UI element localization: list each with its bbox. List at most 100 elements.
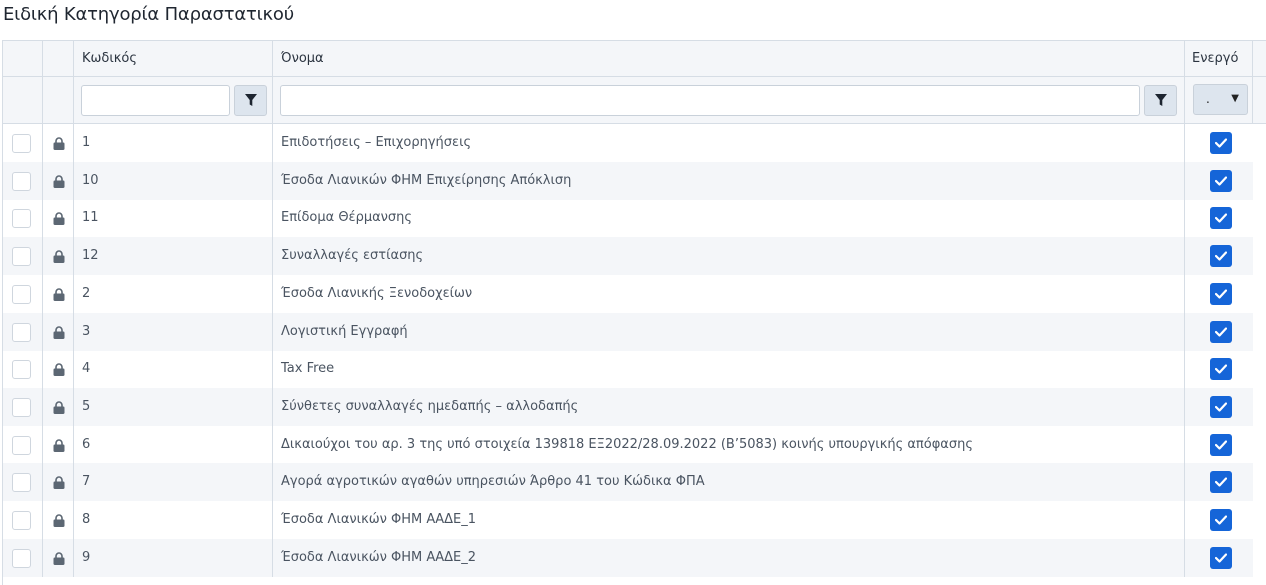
row-lock-cell xyxy=(43,387,74,426)
table-row[interactable]: 11 Επίδομα Θέρμανσης xyxy=(3,199,1253,238)
check-icon xyxy=(1215,289,1227,299)
code-filter-input[interactable] xyxy=(81,85,230,116)
vertical-scrollbar[interactable] xyxy=(1253,124,1266,585)
row-active-checkbox[interactable] xyxy=(1210,245,1232,268)
row-active-checkbox[interactable] xyxy=(1210,509,1232,531)
row-name: Συναλλαγές εστίασης xyxy=(281,248,424,264)
table-row[interactable]: 1 Επιδοτήσεις – Επιχορηγήσεις xyxy=(3,124,1253,162)
grid-header-row: Κωδικός Όνομα Ενεργό xyxy=(3,41,1266,77)
check-icon xyxy=(1215,213,1227,223)
filter-select-cell xyxy=(3,77,43,123)
lock-icon xyxy=(53,325,65,339)
row-select-checkbox[interactable] xyxy=(12,284,31,304)
row-select-cell xyxy=(3,161,43,200)
row-active-checkbox[interactable] xyxy=(1210,395,1232,418)
row-select-checkbox[interactable] xyxy=(12,209,31,229)
table-row[interactable]: 6 Δικαιούχοι του αρ. 3 της υπό στοιχεία … xyxy=(3,425,1253,464)
table-row[interactable]: 3 Λογιστική Εγγραφή xyxy=(3,312,1253,351)
check-icon xyxy=(1215,176,1227,186)
page-title: Ειδική Κατηγορία Παραστατικού xyxy=(3,4,294,25)
row-name: Δικαιούχοι του αρ. 3 της υπό στοιχεία 13… xyxy=(281,436,973,452)
grid-filter-row: . ▼ xyxy=(3,77,1266,124)
table-row[interactable]: 8 Έσοδα Λιανικών ΦΗΜ ΑΑΔΕ_1 xyxy=(3,501,1253,539)
row-select-cell xyxy=(3,237,43,276)
row-code-cell: 8 xyxy=(74,501,273,539)
column-header-code[interactable]: Κωδικός xyxy=(74,41,273,76)
filter-name-cell xyxy=(273,77,1185,123)
row-lock-cell xyxy=(43,199,74,238)
row-select-checkbox[interactable] xyxy=(12,134,31,153)
table-row[interactable]: 10 Έσοδα Λιανικών ΦΗΜ Επιχείρησης Απόκλι… xyxy=(3,161,1253,200)
row-select-checkbox[interactable] xyxy=(12,397,31,417)
row-select-checkbox[interactable] xyxy=(12,322,31,342)
active-filter-select[interactable]: . ▼ xyxy=(1193,84,1248,115)
lock-icon xyxy=(53,514,65,527)
row-name: Tax Free xyxy=(281,361,335,377)
row-active-checkbox[interactable] xyxy=(1210,207,1232,230)
row-select-checkbox[interactable] xyxy=(12,435,31,455)
row-code-cell: 12 xyxy=(74,237,273,276)
row-active-checkbox[interactable] xyxy=(1210,282,1232,305)
row-active-cell xyxy=(1185,350,1253,388)
table-row[interactable]: 2 Έσοδα Λιανικής Ξενοδοχείων xyxy=(3,274,1253,313)
row-name: Λογιστική Εγγραφή xyxy=(281,323,408,339)
row-active-cell xyxy=(1185,426,1253,464)
table-row[interactable]: 7 Αγορά αγροτικών αγαθών υπηρεσιών Άρθρο… xyxy=(3,463,1253,502)
row-active-checkbox[interactable] xyxy=(1210,358,1232,381)
table-row[interactable]: 4 Tax Free xyxy=(3,350,1253,389)
filter-scroll-spacer xyxy=(1253,77,1266,123)
lock-icon xyxy=(53,363,65,377)
lock-icon xyxy=(53,401,65,414)
check-icon xyxy=(1215,364,1227,374)
row-lock-cell xyxy=(43,463,74,502)
table-row[interactable]: 12 Συναλλαγές εστίασης xyxy=(3,237,1253,276)
row-active-checkbox[interactable] xyxy=(1210,546,1232,569)
row-active-checkbox[interactable] xyxy=(1210,433,1232,456)
row-name-cell: Σύνθετες συναλλαγές ημεδαπής – αλλοδαπής xyxy=(273,387,1185,426)
column-header-active[interactable]: Ενεργό xyxy=(1185,41,1253,76)
header-select-cell[interactable] xyxy=(3,41,43,76)
row-code-cell: 5 xyxy=(74,387,273,426)
row-name: Έσοδα Λιανικών ΦΗΜ ΑΑΔΕ_1 xyxy=(281,512,477,527)
row-code-cell: 6 xyxy=(74,425,273,464)
row-active-checkbox[interactable] xyxy=(1210,320,1232,343)
row-select-checkbox[interactable] xyxy=(12,511,31,530)
table-row[interactable]: 9 Έσοδα Λιανικών ΦΗΜ ΑΑΔΕ_2 xyxy=(3,538,1253,577)
row-name: Επίδομα Θέρμανσης xyxy=(281,210,413,226)
row-name: Σύνθετες συναλλαγές ημεδαπής – αλλοδαπής xyxy=(281,398,579,414)
row-code: 9 xyxy=(82,549,91,565)
row-code: 12 xyxy=(82,248,99,264)
row-select-checkbox[interactable] xyxy=(12,247,31,267)
row-select-checkbox[interactable] xyxy=(12,548,31,568)
row-lock-cell xyxy=(43,274,74,313)
row-code: 8 xyxy=(82,512,91,527)
filter-icon xyxy=(244,94,257,106)
row-lock-cell xyxy=(43,161,74,200)
row-active-checkbox[interactable] xyxy=(1210,471,1232,494)
check-icon xyxy=(1215,402,1227,412)
row-name: Επιδοτήσεις – Επιχορηγήσεις xyxy=(281,135,472,150)
name-filter-button[interactable] xyxy=(1144,85,1177,116)
name-filter-input[interactable] xyxy=(280,85,1140,116)
row-active-checkbox[interactable] xyxy=(1210,132,1232,154)
row-code: 10 xyxy=(82,172,99,188)
row-select-checkbox[interactable] xyxy=(12,171,31,191)
row-active-cell xyxy=(1185,237,1253,275)
row-select-checkbox[interactable] xyxy=(12,473,31,493)
active-filter-value: . xyxy=(1206,92,1210,106)
row-select-cell xyxy=(3,501,43,539)
row-select-checkbox[interactable] xyxy=(12,360,31,380)
row-select-cell xyxy=(3,387,43,426)
code-filter-button[interactable] xyxy=(234,85,267,116)
lock-icon xyxy=(53,212,65,226)
row-active-cell xyxy=(1185,275,1253,313)
row-active-checkbox[interactable] xyxy=(1210,169,1232,192)
row-name-cell: Λογιστική Εγγραφή xyxy=(273,312,1185,351)
table-row[interactable]: 5 Σύνθετες συναλλαγές ημεδαπής – αλλοδαπ… xyxy=(3,387,1253,426)
row-name: Έσοδα Λιανικών ΦΗΜ Επιχείρησης Απόκλιση xyxy=(281,172,572,188)
check-icon xyxy=(1215,138,1227,148)
column-header-name[interactable]: Όνομα xyxy=(273,41,1185,76)
row-active-cell xyxy=(1185,539,1253,577)
lock-icon xyxy=(53,438,65,452)
row-lock-cell xyxy=(43,124,74,162)
